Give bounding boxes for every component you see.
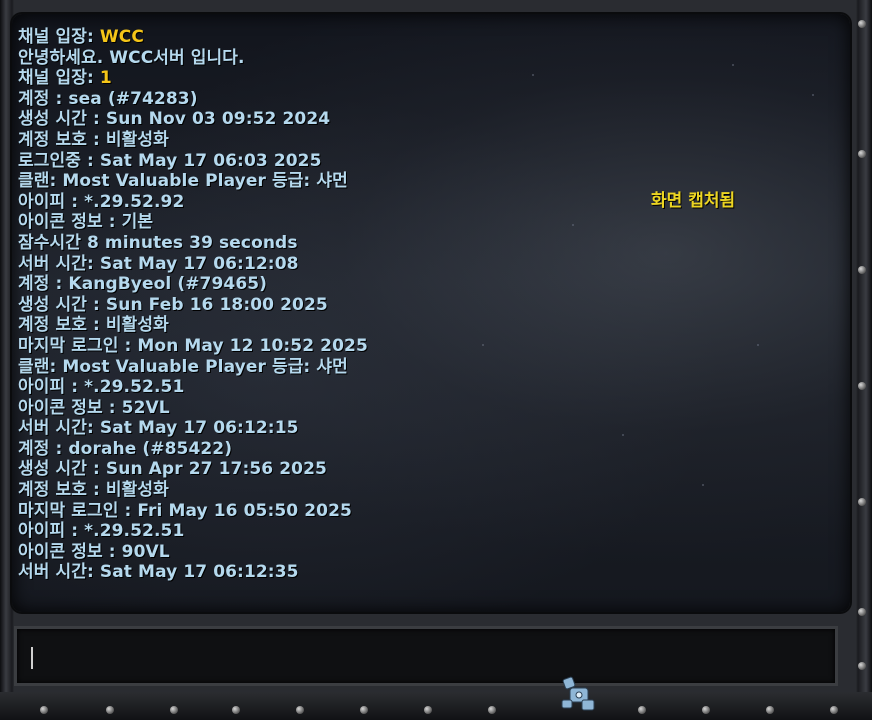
chat-line-text: 아이콘 정보 : 52VL (18, 397, 170, 418)
chat-line-text: 아이콘 정보 : 기본 (18, 212, 154, 233)
chat-line: 계정 보호 : 비활성화 (18, 130, 658, 151)
chat-line-text: 계정 보호 : 비활성화 (18, 129, 169, 150)
chat-line: 마지막 로그인 : Fri May 16 05:50 2025 (18, 501, 658, 522)
chat-line-text: 아이콘 정보 : 90VL (18, 541, 170, 562)
chat-line: 아이피 : *.29.52.51 (18, 521, 658, 542)
chat-line-text: 계정 : sea (#74283) (18, 88, 198, 109)
bottom-frame-bar (0, 692, 872, 720)
chat-line-text: 아이피 : *.29.52.92 (18, 191, 185, 212)
chat-line: 계정 : KangByeol (#79465) (18, 274, 658, 295)
chat-input[interactable] (14, 626, 838, 686)
chat-line: 클랜: Most Valuable Player 등급: 샤먼 (18, 357, 658, 378)
chat-line-text: 안녕하세요. WCC서버 입니다. (18, 47, 245, 68)
chat-line: 아이콘 정보 : 52VL (18, 398, 658, 419)
chat-line-text: 계정 : dorahe (#85422) (18, 438, 233, 459)
chat-line-text: 아이피 : *.29.52.51 (18, 521, 185, 542)
chat-line: 클랜: Most Valuable Player 등급: 샤먼 (18, 171, 658, 192)
chat-line: 마지막 로그인 : Mon May 12 10:52 2025 (18, 336, 658, 357)
chat-line-text: 클랜: Most Valuable Player 등급: 샤먼 (18, 356, 348, 377)
chat-line-text: 로그인중 : Sat May 17 06:03 2025 (18, 150, 322, 171)
chat-line-text: 계정 보호 : 비활성화 (18, 480, 169, 501)
chat-line-text: 서버 시간: Sat May 17 06:12:08 (18, 253, 299, 274)
chat-line-text: 마지막 로그인 : Mon May 12 10:52 2025 (18, 335, 368, 356)
chat-line: 채널 입장: 1 (18, 68, 658, 89)
chat-line-text: 서버 시간: Sat May 17 06:12:35 (18, 562, 299, 583)
chat-line: 계정 보호 : 비활성화 (18, 480, 658, 501)
chat-line-text: 클랜: Most Valuable Player 등급: 샤먼 (18, 171, 348, 192)
chat-line-text: 아이피 : *.29.52.51 (18, 377, 185, 398)
chat-line: 서버 시간: Sat May 17 06:12:35 (18, 562, 658, 583)
chat-message-log: 채널 입장: WCC 안녕하세요. WCC서버 입니다. 채널 입장: 1 계정 : … (18, 27, 658, 583)
robot-ornament-icon (561, 676, 595, 711)
chat-line: 생성 시간 : Sun Nov 03 09:52 2024 (18, 109, 658, 130)
chat-line-text: 계정 보호 : 비활성화 (18, 315, 169, 336)
chat-line: 생성 시간 : Sun Apr 27 17:56 2025 (18, 459, 658, 480)
chat-line-highlight: WCC (99, 27, 144, 47)
chat-line: 아이콘 정보 : 90VL (18, 542, 658, 563)
chat-line-text: 채널 입장: (18, 27, 100, 47)
chat-line: 계정 : sea (#74283) (18, 89, 658, 110)
chat-line: 계정 : dorahe (#85422) (18, 439, 658, 460)
chat-line-highlight: 1 (99, 68, 112, 89)
chat-line-text: 생성 시간 : Sun Feb 16 18:00 2025 (18, 294, 328, 315)
chat-line: 아이피 : *.29.52.92 (18, 192, 658, 213)
chat-line: 생성 시간 : Sun Feb 16 18:00 2025 (18, 295, 658, 316)
chat-line: 안녕하세요. WCC서버 입니다. (18, 48, 658, 69)
chat-line: 서버 시간: Sat May 17 06:12:15 (18, 418, 658, 439)
chat-line: 서버 시간: Sat May 17 06:12:08 (18, 254, 658, 275)
chat-line-text: 채널 입장: (18, 68, 100, 89)
chat-line-text: 생성 시간 : Sun Nov 03 09:52 2024 (18, 109, 331, 130)
chat-line: 로그인중 : Sat May 17 06:03 2025 (18, 151, 658, 172)
chat-line-text: 마지막 로그인 : Fri May 16 05:50 2025 (18, 500, 352, 521)
chat-line-text: 생성 시간 : Sun Apr 27 17:56 2025 (18, 459, 327, 480)
chat-line: 계정 보호 : 비활성화 (18, 315, 658, 336)
chat-line: 아이콘 정보 : 기본 (18, 212, 658, 233)
chat-line-text: 계정 : KangByeol (#79465) (18, 274, 268, 295)
chat-line: 채널 입장: WCC (18, 27, 658, 48)
chat-line-text: 잠수시간 8 minutes 39 seconds (18, 232, 298, 253)
text-caret (31, 647, 33, 669)
chat-line-text: 서버 시간: Sat May 17 06:12:15 (18, 418, 299, 439)
chat-line: 아이피 : *.29.52.51 (18, 377, 658, 398)
chat-line: 잠수시간 8 minutes 39 seconds (18, 233, 658, 254)
screenshot-captured-notice: 화면 캡처됨 (651, 191, 736, 211)
